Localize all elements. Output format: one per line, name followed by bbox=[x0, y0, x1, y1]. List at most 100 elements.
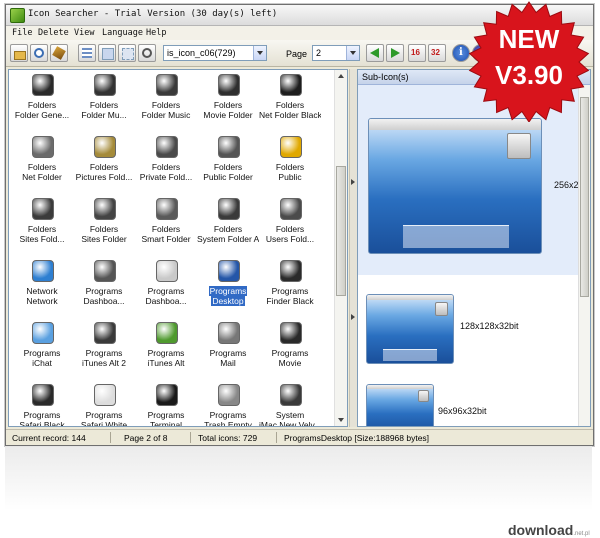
icon-grid-cell[interactable]: Programs Terminal bbox=[135, 382, 197, 426]
icon-grid-label: Folders Public bbox=[259, 162, 321, 182]
scroll-up-icon[interactable] bbox=[336, 71, 346, 81]
menu-help[interactable]: Help bbox=[146, 28, 166, 38]
icon-category-label: Programs bbox=[271, 286, 309, 296]
chevron-down-icon[interactable] bbox=[346, 46, 359, 60]
icon-grid-cell[interactable]: Programs Safari Black bbox=[11, 382, 73, 426]
icon-category-label: Programs bbox=[271, 348, 309, 358]
view-thumbnails-button[interactable] bbox=[118, 44, 136, 62]
menu-file[interactable]: File bbox=[12, 28, 32, 38]
network-globe-icon bbox=[32, 260, 54, 282]
chevron-down-icon[interactable] bbox=[253, 46, 266, 60]
icon-grid-cell[interactable]: Folders Net Folder Black bbox=[259, 72, 321, 134]
icon-grid-cell[interactable]: Folders Folder Mu... bbox=[73, 72, 135, 134]
icon-grid-cell[interactable]: Programs Desktop bbox=[197, 258, 259, 320]
icon-grid-label: Programs Dashboa... bbox=[135, 286, 197, 306]
dashboard-icon bbox=[156, 260, 178, 282]
pane-splitter[interactable] bbox=[349, 69, 357, 427]
icon-grid-cell[interactable]: Programs iChat bbox=[11, 320, 73, 382]
icon-grid-cell[interactable]: Network Network bbox=[11, 258, 73, 320]
icon-grid-cell[interactable]: Folders Movie Folder bbox=[197, 72, 259, 134]
preview-128[interactable] bbox=[366, 294, 454, 364]
icon-name-label: Desktop bbox=[211, 296, 245, 306]
search-button[interactable] bbox=[30, 44, 48, 62]
icon-grid-cell[interactable]: Folders Folder Gene... bbox=[11, 72, 73, 134]
icon-grid-cell[interactable]: Programs Trash Empty bbox=[197, 382, 259, 427]
previous-page-button[interactable] bbox=[366, 44, 384, 62]
icon-grid-cell[interactable]: Folders Sites Fold... bbox=[11, 196, 73, 258]
icon-grid-cell[interactable]: Programs Finder Black bbox=[259, 258, 321, 320]
menu-view[interactable]: View bbox=[74, 28, 94, 38]
icon-grid-scrollbar[interactable] bbox=[334, 70, 347, 426]
icon-grid-cell[interactable]: Folders Smart Folder bbox=[135, 196, 197, 258]
icon-grid-cell[interactable]: Folders System Folder Alt bbox=[197, 196, 259, 258]
icon-name-label: Pictures Fold... bbox=[75, 172, 133, 182]
icon-grid-cell[interactable]: Folders Public bbox=[259, 134, 321, 196]
size-16-button[interactable]: 16 bbox=[408, 44, 426, 62]
view-details-button[interactable] bbox=[98, 44, 116, 62]
preview-256[interactable] bbox=[368, 118, 542, 254]
icon-grid-cell[interactable]: Folders Private Fold... bbox=[135, 134, 197, 196]
sites-folder-icon bbox=[32, 198, 54, 220]
preview-96[interactable] bbox=[366, 384, 434, 426]
icon-grid-cell[interactable]: System iMac New Velv... bbox=[259, 382, 321, 426]
icon-grid-cell[interactable]: Folders Folder Music bbox=[135, 72, 197, 134]
search-icon bbox=[34, 48, 44, 58]
icon-grid-label: Folders System Folder Alt bbox=[197, 224, 259, 244]
itunes-icon bbox=[94, 322, 116, 344]
scroll-thumb[interactable] bbox=[580, 97, 589, 297]
badge-line1: NEW bbox=[499, 24, 560, 54]
library-combo[interactable]: is_icon_c06(729) bbox=[163, 45, 267, 61]
icon-grid-label: Programs iTunes Alt 2 bbox=[73, 348, 135, 368]
next-page-button[interactable] bbox=[386, 44, 404, 62]
sub-icons-scrollbar[interactable] bbox=[578, 85, 590, 426]
icon-grid-cell[interactable]: Programs iTunes Alt 2 bbox=[73, 320, 135, 382]
menu-delete[interactable]: Delete bbox=[38, 28, 69, 38]
desktop-icon bbox=[218, 260, 240, 282]
sub-icons-pane[interactable]: Sub-Icon(s) 256x256 128x128x32bit 96x96x… bbox=[357, 69, 591, 427]
clean-button[interactable] bbox=[50, 44, 68, 62]
scroll-down-icon[interactable] bbox=[336, 415, 346, 425]
status-bar: Current record: 144 Page 2 of 8 Total ic… bbox=[6, 429, 593, 445]
scroll-thumb[interactable] bbox=[336, 166, 346, 296]
icon-category-label: Programs bbox=[147, 286, 185, 296]
icon-name-label: Safari White bbox=[80, 420, 128, 427]
private-folder-icon bbox=[156, 136, 178, 158]
icon-name-label: Mail bbox=[220, 358, 236, 368]
icon-grid-cell[interactable]: Folders Sites Folder bbox=[73, 196, 135, 258]
size-32-button[interactable]: 32 bbox=[428, 44, 446, 62]
icon-grid-cell[interactable]: Folders Public Folder bbox=[197, 134, 259, 196]
icon-name-label: Net Folder bbox=[22, 172, 62, 182]
icon-grid-label: Folders Folder Gene... bbox=[11, 100, 73, 120]
icon-grid-pane[interactable]: Folders Folder Gene... Folders Folder Mu...… bbox=[8, 69, 348, 427]
icon-name-label: Trash Empty bbox=[204, 420, 252, 427]
icon-grid-cell[interactable]: Programs Movie bbox=[259, 320, 321, 382]
folder-generic-icon bbox=[32, 74, 54, 96]
icon-grid-label: Folders Folder Music bbox=[135, 100, 197, 120]
icon-grid-cell[interactable]: Folders Pictures Fold... bbox=[73, 134, 135, 196]
page-combo-value: 2 bbox=[316, 48, 322, 58]
arrow-left-icon bbox=[370, 48, 379, 58]
open-folder-button[interactable] bbox=[10, 44, 28, 62]
page-combo[interactable]: 2 bbox=[312, 45, 360, 61]
icon-name-label: Movie Folder bbox=[203, 110, 253, 120]
icon-category-label: Folders bbox=[89, 100, 119, 110]
icon-grid-cell[interactable]: Programs Mail bbox=[197, 320, 259, 382]
list-view-icon bbox=[82, 48, 92, 58]
icon-category-label: Folders bbox=[89, 162, 119, 172]
menu-language[interactable]: Language bbox=[102, 28, 143, 38]
icon-grid-label: Programs Dashboa... bbox=[73, 286, 135, 306]
icon-name-label: iTunes Alt bbox=[147, 358, 185, 368]
icon-category-label: Programs bbox=[147, 410, 185, 420]
icon-grid-cell[interactable]: Programs Dashboa... bbox=[73, 258, 135, 320]
icon-name-label: Smart Folder bbox=[141, 234, 191, 244]
hard-drive-icon bbox=[507, 133, 531, 159]
icon-grid-cell[interactable]: Programs Dashboa... bbox=[135, 258, 197, 320]
size-16-label: 16 bbox=[411, 48, 420, 57]
icon-grid-cell[interactable]: Folders Users Fold... bbox=[259, 196, 321, 258]
icon-grid-cell[interactable]: Programs iTunes Alt bbox=[135, 320, 197, 382]
preview-button[interactable] bbox=[138, 44, 156, 62]
icon-name-label: Users Fold... bbox=[265, 234, 315, 244]
icon-grid-cell[interactable]: Folders Net Folder bbox=[11, 134, 73, 196]
icon-grid-cell[interactable]: Programs Safari White bbox=[73, 382, 135, 427]
view-list-button[interactable] bbox=[78, 44, 96, 62]
